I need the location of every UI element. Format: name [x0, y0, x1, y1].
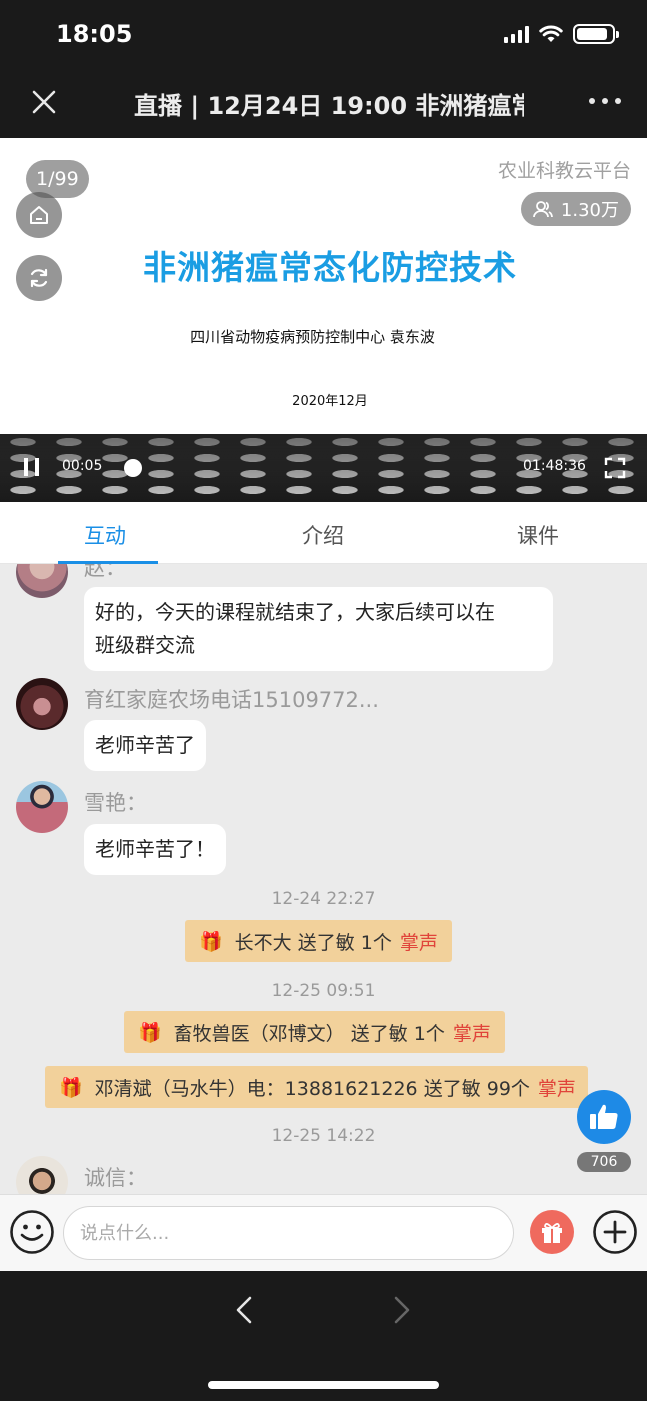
- gift-icon: 🎁: [59, 1076, 83, 1099]
- gift-notice: 🎁 邓清斌（马水牛）电：13881621226 送了敏 99个 掌声: [45, 1066, 588, 1108]
- signal-icon: [504, 25, 529, 43]
- tab-bar: 互动 介绍 课件: [0, 502, 647, 564]
- gift-box-icon: [542, 1223, 562, 1243]
- timestamp: 12-24 22:27: [271, 889, 376, 909]
- fullscreen-icon[interactable]: [604, 457, 626, 479]
- sender-name: 诚信：: [84, 1166, 147, 1190]
- status-bar: 18:05: [0, 0, 647, 70]
- gift-action: 送了敏 99个: [423, 1077, 530, 1100]
- forward-arrow-icon[interactable]: [390, 1295, 414, 1325]
- gift-notice: 🎁 长不大 送了敏 1个 掌声: [185, 920, 452, 962]
- tab-courseware[interactable]: 课件: [517, 520, 559, 550]
- slide-title: 非洲猪瘟常态化防控技术: [143, 248, 517, 287]
- platform-label: 农业科教云平台: [497, 160, 631, 182]
- sender-name: 育红家庭农场电话15109772...: [84, 688, 379, 712]
- browser-toolbar: [0, 1271, 647, 1401]
- home-button[interactable]: [16, 192, 62, 238]
- thumbs-up-icon: [590, 1104, 618, 1129]
- avatar[interactable]: [16, 1156, 68, 1194]
- avatar[interactable]: [16, 564, 68, 598]
- plus-icon[interactable]: [592, 1209, 638, 1255]
- gift-sender: 长不大: [234, 931, 292, 954]
- slide-organization: 四川省动物疫病预防控制中心 袁东波: [190, 328, 435, 346]
- progress-slider[interactable]: [124, 459, 142, 477]
- tab-intro[interactable]: 介绍: [302, 520, 344, 550]
- gift-action: 送了敏 1个: [350, 1022, 445, 1045]
- gift-name: 掌声: [537, 1077, 576, 1100]
- sender-name: 雪艳：: [84, 791, 147, 815]
- sender-name: 赵：: [84, 564, 126, 580]
- emoji-icon[interactable]: [9, 1209, 55, 1255]
- like-button[interactable]: [577, 1090, 631, 1144]
- message-line: 老师辛苦了: [95, 733, 195, 757]
- like-count: 706: [577, 1152, 631, 1172]
- gift-name: 掌声: [399, 931, 438, 954]
- viewer-count-badge: 1.30万: [520, 192, 631, 226]
- gift-sender: 邓清斌（马水牛）电：13881621226: [94, 1077, 418, 1100]
- battery-icon: [573, 24, 619, 44]
- nav-bar: 直播 | 12月24日 19:00 非洲猪瘟常态化防控技术: [0, 70, 647, 138]
- pause-icon[interactable]: [24, 458, 39, 476]
- message-bubble: 老师辛苦了！: [84, 824, 226, 875]
- status-time: 18:05: [56, 20, 133, 48]
- slide-date: 2020年12月: [292, 394, 368, 409]
- gift-icon: 🎁: [138, 1021, 162, 1044]
- video-controls: 00:05 01:48:36: [0, 434, 647, 502]
- gift-notice: 🎁 畜牧兽医（邓博文） 送了敏 1个 掌声: [124, 1011, 505, 1053]
- gift-button[interactable]: [530, 1210, 574, 1254]
- users-icon: [533, 201, 553, 218]
- page-title: 直播 | 12月24日 19:00 非洲猪瘟常态化防控技术: [134, 92, 524, 120]
- slide-view: 1/99 农业科教云平台 1.30万 非洲猪瘟常态化防控技术 四川省动物疫病预防…: [0, 138, 647, 434]
- total-time: 01:48:36: [523, 458, 586, 474]
- back-arrow-icon[interactable]: [232, 1295, 256, 1325]
- input-bar: [0, 1194, 647, 1271]
- wifi-icon: [539, 25, 563, 42]
- chat-list[interactable]: 赵： 好的，今天的课程就结束了，大家后续可以在 班级群交流 育红家庭农场电话15…: [0, 564, 647, 1194]
- message-bubble: 老师辛苦了: [84, 720, 206, 771]
- home-indicator: [208, 1381, 439, 1389]
- avatar[interactable]: [16, 781, 68, 833]
- gift-action: 送了敏 1个: [297, 931, 392, 954]
- viewer-count: 1.30万: [560, 200, 619, 221]
- current-time: 00:05: [62, 458, 103, 474]
- timestamp: 12-25 14:22: [271, 1126, 376, 1146]
- message-line: 老师辛苦了！: [95, 837, 215, 861]
- tab-interaction[interactable]: 互动: [84, 520, 126, 550]
- message-line: 班级群交流: [95, 633, 195, 657]
- gift-name: 掌声: [452, 1022, 491, 1045]
- home-icon: [30, 206, 48, 224]
- comment-input[interactable]: [63, 1206, 514, 1260]
- status-icons: [504, 24, 619, 44]
- avatar[interactable]: [16, 678, 68, 730]
- more-icon[interactable]: [589, 98, 621, 104]
- message-line: 好的，今天的课程就结束了，大家后续可以在: [95, 600, 495, 624]
- gift-icon: 🎁: [199, 930, 223, 953]
- message-bubble: 好的，今天的课程就结束了，大家后续可以在 班级群交流: [84, 587, 553, 671]
- gift-sender: 畜牧兽医（邓博文）: [173, 1022, 345, 1045]
- close-icon[interactable]: [28, 86, 60, 118]
- timestamp: 12-25 09:51: [271, 981, 376, 1001]
